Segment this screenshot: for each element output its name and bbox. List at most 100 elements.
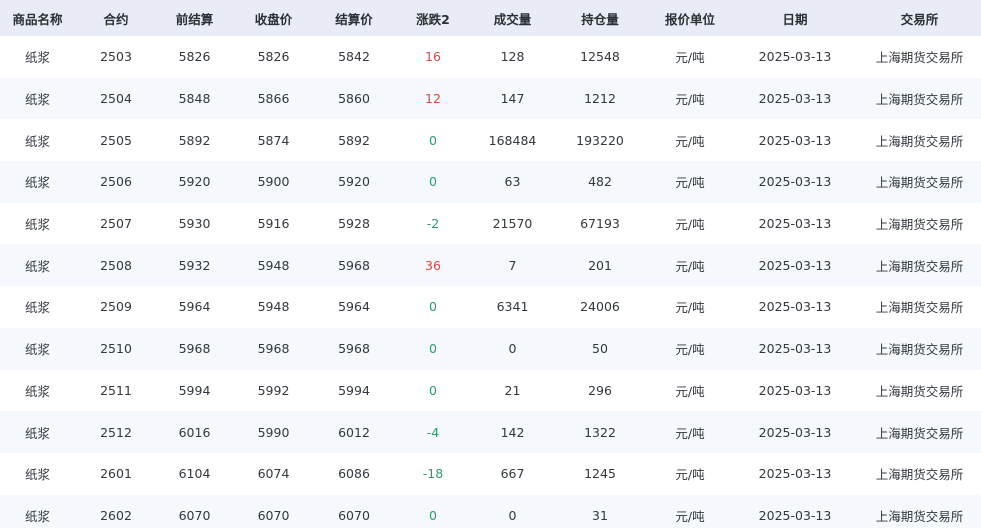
cell-exchange: 上海期货交易所 — [875, 508, 964, 524]
header-settlement-price[interactable]: 结算价 — [315, 0, 393, 36]
cell-contract: 2511 — [100, 382, 132, 398]
table-row[interactable]: 纸浆 2507 5930 5916 5928 -2 21570 67193 元/吨 2025-03… — [0, 202, 981, 245]
cell-volume: 142 — [500, 424, 525, 440]
header-open-interest[interactable]: 持仓量 — [552, 0, 648, 36]
cell-change: -2 — [426, 216, 440, 232]
cell-commodity-name: 纸浆 — [24, 258, 50, 274]
table-row[interactable]: 纸浆 2511 5994 5992 5994 0 21 296 元/吨 2025-03-13 上海期… — [0, 369, 981, 412]
cell-settlement-price: 5994 — [338, 382, 370, 398]
cell-change: 16 — [425, 49, 441, 65]
cell-close-price: 6070 — [257, 507, 290, 523]
cell-date: 2025-03-13 — [758, 49, 832, 65]
table-row[interactable]: 纸浆 2509 5964 5948 5964 0 6341 24006 元/吨 2025-03-1… — [0, 286, 981, 328]
cell-exchange: 上海期货交易所 — [875, 342, 964, 358]
header-exchange[interactable]: 交易所 — [858, 0, 981, 36]
cell-prev-settlement: 5994 — [178, 382, 211, 398]
cell-quote-unit: 元/吨 — [675, 425, 705, 441]
table-row[interactable]: 纸浆 2506 5920 5900 5920 0 63 482 元/吨 2025-03-13 上海期… — [0, 161, 981, 203]
cell-settlement-price: 6070 — [338, 507, 370, 523]
table-row[interactable]: 纸浆 2510 5968 5968 5968 0 0 50 元/吨 2025-03-13 上海期货交… — [0, 327, 981, 370]
header-date[interactable]: 日期 — [732, 0, 858, 36]
cell-date: 2025-03-13 — [758, 299, 832, 315]
cell-exchange: 上海期货交易所 — [875, 50, 964, 66]
cell-open-interest: 67193 — [580, 216, 620, 232]
cell-exchange: 上海期货交易所 — [875, 425, 964, 441]
cell-contract: 2510 — [100, 341, 132, 357]
cell-prev-settlement: 6070 — [178, 507, 211, 523]
cell-close-price: 5866 — [257, 91, 290, 107]
cell-exchange: 上海期货交易所 — [875, 383, 964, 399]
cell-prev-settlement: 6104 — [178, 466, 211, 482]
cell-change: -4 — [426, 424, 440, 440]
cell-contract: 2508 — [100, 257, 132, 273]
header-volume[interactable]: 成交量 — [473, 0, 552, 36]
cell-volume: 21570 — [492, 216, 533, 232]
table-row[interactable]: 纸浆 2601 6104 6074 6086 -18 667 1245 元/吨 2025-03-1… — [0, 452, 981, 495]
cell-contract: 2506 — [100, 174, 132, 190]
cell-prev-settlement: 5968 — [178, 341, 211, 357]
cell-settlement-price: 5964 — [338, 299, 370, 315]
header-quote-unit[interactable]: 报价单位 — [648, 0, 732, 36]
header-contract[interactable]: 合约 — [75, 0, 157, 36]
cell-date: 2025-03-13 — [758, 174, 832, 190]
cell-prev-settlement: 5930 — [178, 216, 211, 232]
cell-change: 0 — [429, 507, 437, 523]
cell-change: 36 — [425, 257, 441, 273]
cell-date: 2025-03-13 — [758, 257, 832, 273]
cell-settlement-price: 6012 — [338, 424, 370, 440]
cell-volume: 6341 — [496, 299, 529, 315]
cell-close-price: 5948 — [257, 257, 290, 273]
cell-date: 2025-03-13 — [758, 382, 832, 398]
cell-open-interest: 201 — [588, 257, 612, 273]
cell-change: 0 — [429, 299, 437, 315]
cell-contract: 2601 — [100, 466, 132, 482]
table-row[interactable]: 纸浆 2504 5848 5866 5860 12 147 1212 元/吨 2025-03-13… — [0, 77, 981, 120]
cell-close-price: 6074 — [257, 466, 290, 482]
table-row[interactable]: 纸浆 2505 5892 5874 5892 0 168484 193220 元/吨 2025-0… — [0, 119, 981, 162]
futures-quote-table: 商品名称 合约 前结算 收盘价 结算价 涨跌2 成交量 持仓量 报价单位 日期 … — [0, 0, 981, 528]
cell-quote-unit: 元/吨 — [675, 217, 705, 233]
cell-quote-unit: 元/吨 — [675, 383, 705, 399]
cell-contract: 2509 — [100, 299, 132, 315]
cell-close-price: 5900 — [257, 174, 290, 190]
cell-date: 2025-03-13 — [758, 341, 832, 357]
cell-settlement-price: 5968 — [338, 341, 370, 357]
table-body: 纸浆 2503 5826 5826 5842 16 128 12548 元/吨 2025-03-1… — [0, 36, 981, 528]
cell-prev-settlement: 5826 — [178, 49, 211, 65]
cell-date: 2025-03-13 — [758, 507, 832, 523]
cell-commodity-name: 纸浆 — [24, 217, 50, 233]
cell-contract: 2602 — [100, 507, 132, 523]
cell-volume: 0 — [508, 507, 517, 523]
cell-close-price: 5968 — [257, 341, 290, 357]
table-row[interactable]: 纸浆 2602 6070 6070 6070 0 0 31 元/吨 2025-03-13 上海期货交… — [0, 494, 981, 528]
cell-change: 0 — [429, 341, 437, 357]
cell-quote-unit: 元/吨 — [675, 50, 705, 66]
table-row[interactable]: 纸浆 2508 5932 5948 5968 36 7 201 元/吨 2025-03-13 上海期… — [0, 244, 981, 287]
table-row[interactable]: 纸浆 2512 6016 5990 6012 -4 142 1322 元/吨 2025-03-13… — [0, 411, 981, 453]
cell-commodity-name: 纸浆 — [24, 300, 50, 316]
cell-settlement-price: 5842 — [338, 49, 370, 65]
cell-volume: 147 — [500, 91, 525, 107]
cell-volume: 63 — [504, 174, 521, 190]
header-commodity-name[interactable]: 商品名称 — [0, 0, 75, 36]
cell-commodity-name: 纸浆 — [24, 342, 50, 358]
header-prev-settlement[interactable]: 前结算 — [157, 0, 232, 36]
cell-open-interest: 12548 — [580, 49, 620, 65]
cell-open-interest: 1212 — [584, 91, 616, 107]
table-row[interactable]: 纸浆 2503 5826 5826 5842 16 128 12548 元/吨 2025-03-1… — [0, 36, 981, 78]
header-close-price[interactable]: 收盘价 — [232, 0, 315, 36]
cell-quote-unit: 元/吨 — [675, 467, 705, 483]
header-change[interactable]: 涨跌2 — [393, 0, 473, 36]
cell-open-interest: 482 — [588, 174, 612, 190]
table-header: 商品名称 合约 前结算 收盘价 结算价 涨跌2 成交量 持仓量 报价单位 日期 … — [0, 0, 981, 36]
cell-settlement-price: 6086 — [338, 466, 370, 482]
header-row: 商品名称 合约 前结算 收盘价 结算价 涨跌2 成交量 持仓量 报价单位 日期 … — [0, 0, 981, 36]
cell-volume: 168484 — [488, 132, 537, 148]
cell-contract: 2505 — [100, 132, 132, 148]
cell-exchange: 上海期货交易所 — [875, 258, 964, 274]
cell-settlement-price: 5860 — [338, 91, 370, 107]
cell-date: 2025-03-13 — [758, 91, 832, 107]
cell-date: 2025-03-13 — [758, 466, 832, 482]
cell-quote-unit: 元/吨 — [675, 508, 705, 524]
cell-date: 2025-03-13 — [758, 132, 832, 148]
